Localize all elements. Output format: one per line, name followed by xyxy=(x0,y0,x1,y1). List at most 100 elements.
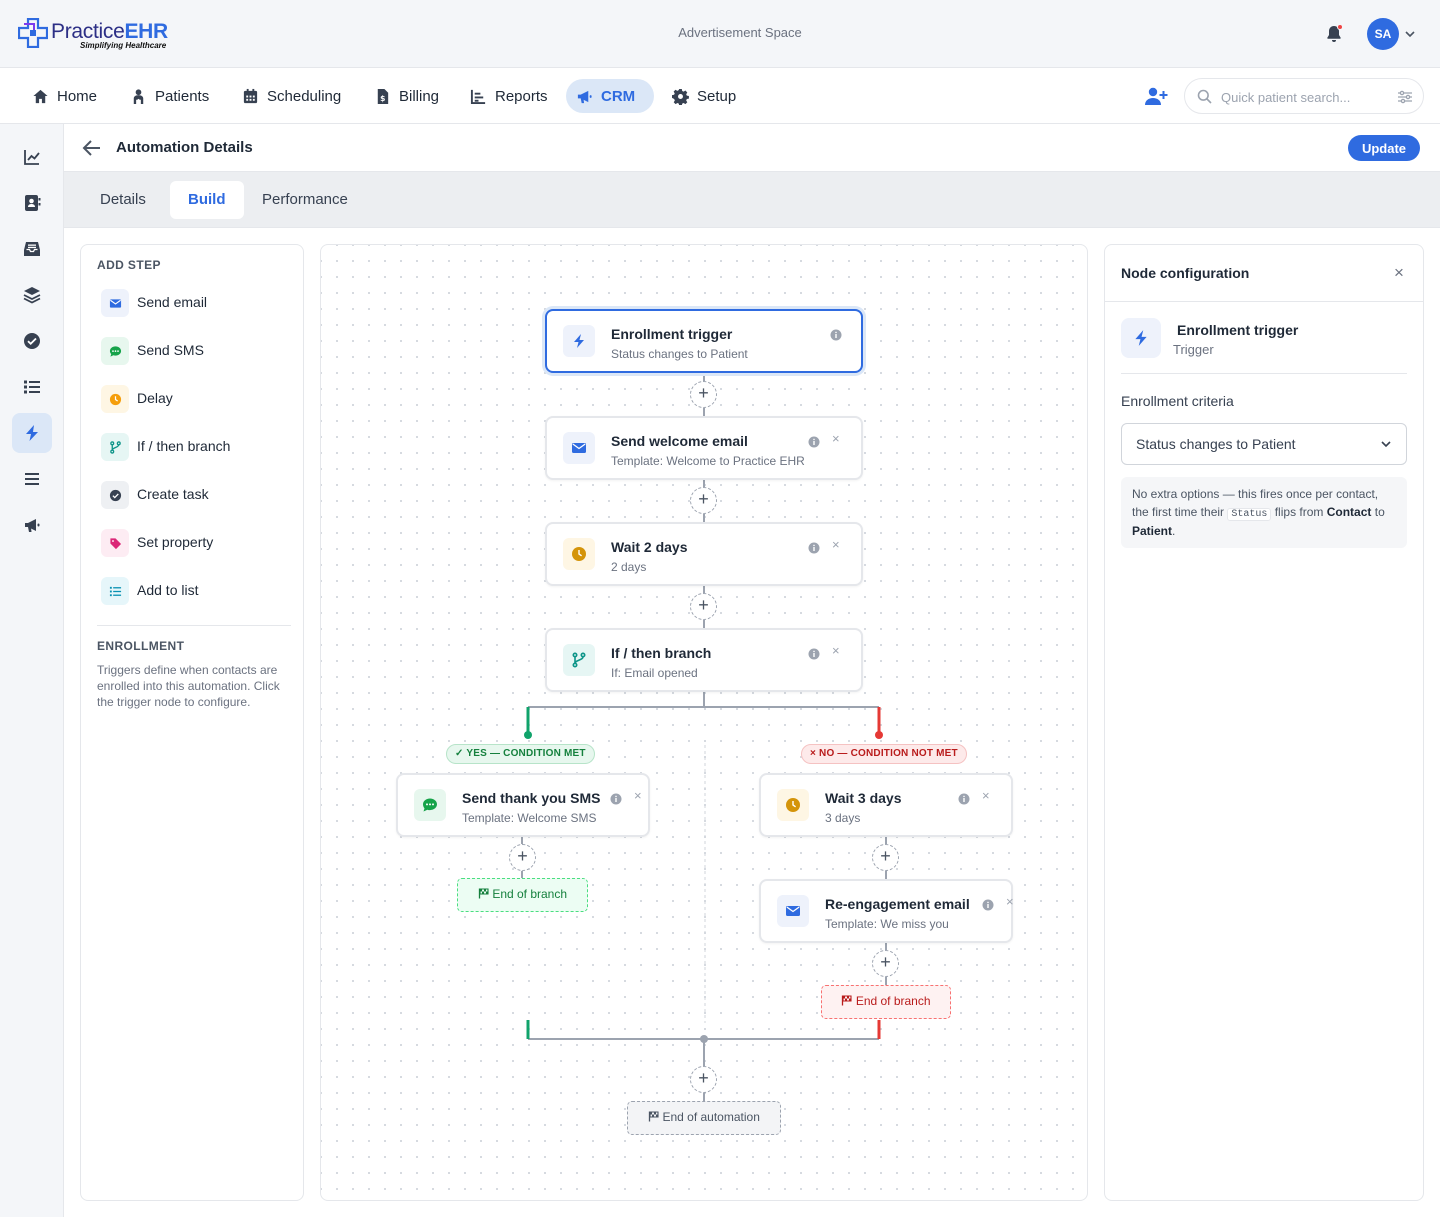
chevron-down-icon[interactable] xyxy=(1404,28,1416,40)
add-step-set-property[interactable]: Set property xyxy=(97,526,293,560)
check-circle-icon xyxy=(101,481,129,509)
add-step-plus-button[interactable]: + xyxy=(690,487,717,514)
end-of-automation-label: End of automation xyxy=(662,1110,760,1124)
delete-node-icon[interactable]: × xyxy=(1006,895,1016,908)
sidebar-item-contacts[interactable] xyxy=(12,183,52,223)
nav-item-patients[interactable]: Patients xyxy=(120,79,219,113)
close-icon[interactable]: × xyxy=(1394,264,1408,281)
add-step-plus-button[interactable]: + xyxy=(690,1066,717,1093)
flow-node-enrollment-trigger[interactable]: Enrollment trigger Status changes to Pat… xyxy=(545,309,863,373)
node-subtitle: 2 days xyxy=(611,560,647,574)
sidebar-item-menu[interactable] xyxy=(12,459,52,499)
criteria-note: No extra options — this fires once per c… xyxy=(1121,477,1407,548)
info-icon[interactable] xyxy=(808,436,820,448)
user-avatar[interactable]: SA xyxy=(1367,18,1399,50)
yes-branch-label: ✓ YES — CONDITION MET xyxy=(446,744,595,764)
end-of-branch-label: End of branch xyxy=(855,994,931,1008)
node-title: Wait 2 days xyxy=(611,539,688,555)
nav-item-reports[interactable]: Reports xyxy=(460,79,558,113)
enrollment-criteria-select[interactable]: Status changes to Patient xyxy=(1121,423,1407,465)
node-title: Re-engagement email xyxy=(825,896,970,912)
tab-performance[interactable]: Performance xyxy=(244,181,366,219)
node-title: Send thank you SMS xyxy=(462,790,601,806)
nav-label: Billing xyxy=(399,87,440,105)
nav-label: Scheduling xyxy=(267,87,342,105)
flow-node-send-thank-you-sms[interactable]: Send thank you SMS Template: Welcome SMS… xyxy=(396,773,650,837)
add-step-plus-button[interactable]: + xyxy=(509,844,536,871)
nav-item-scheduling[interactable]: Scheduling xyxy=(232,79,351,113)
divider xyxy=(97,625,291,626)
nav-item-home[interactable]: Home xyxy=(22,79,107,113)
delete-node-icon[interactable]: × xyxy=(832,432,842,445)
add-step-add-to-list[interactable]: Add to list xyxy=(97,574,293,608)
notification-bell-icon[interactable] xyxy=(1324,24,1344,44)
step-label: Delay xyxy=(137,390,173,406)
delete-node-icon[interactable]: × xyxy=(982,789,992,802)
enrollment-heading: ENROLLMENT xyxy=(97,639,185,653)
node-configuration-panel xyxy=(1104,244,1424,1201)
enrollment-criteria-label: Enrollment criteria xyxy=(1121,393,1234,409)
add-step-plus-button[interactable]: + xyxy=(690,381,717,408)
sidebar-item-automations[interactable] xyxy=(12,413,52,453)
add-step-plus-button[interactable]: + xyxy=(872,950,899,977)
node-subtitle: Template: Welcome to Practice EHR xyxy=(611,454,805,468)
step-label: Send email xyxy=(137,294,208,310)
sidebar-item-tasks[interactable] xyxy=(12,321,52,361)
info-icon[interactable] xyxy=(958,793,970,805)
delete-node-icon[interactable]: × xyxy=(634,789,644,802)
info-icon[interactable] xyxy=(808,648,820,660)
nav-item-crm[interactable]: CRM xyxy=(566,79,654,113)
node-title: If / then branch xyxy=(611,645,712,661)
update-button[interactable]: Update xyxy=(1348,135,1420,161)
add-step-branch[interactable]: If / then branch xyxy=(97,430,293,464)
delete-node-icon[interactable]: × xyxy=(832,538,842,551)
add-step-send-sms[interactable]: Send SMS xyxy=(97,334,293,368)
tab-details[interactable]: Details xyxy=(82,181,164,219)
sidebar-item-lists[interactable] xyxy=(12,367,52,407)
step-label: Set property xyxy=(137,534,214,550)
back-arrow-icon[interactable] xyxy=(82,139,102,157)
sidebar-item-layers[interactable] xyxy=(12,275,52,315)
sidebar-item-analytics[interactable] xyxy=(12,137,52,177)
nav-item-setup[interactable]: Setup xyxy=(662,79,746,113)
divider xyxy=(1105,301,1423,302)
flow-node-wait-2-days[interactable]: Wait 2 days 2 days × xyxy=(545,522,863,586)
add-step-delay[interactable]: Delay xyxy=(97,382,293,416)
megaphone-icon xyxy=(577,90,592,103)
nav-label: Patients xyxy=(155,87,210,105)
delete-node-icon[interactable]: × xyxy=(832,644,842,657)
end-of-branch-label: End of branch xyxy=(492,887,568,901)
info-icon[interactable] xyxy=(830,329,842,341)
svg-text:$: $ xyxy=(380,94,385,103)
nav-label: CRM xyxy=(601,87,636,105)
selected-node-type: Trigger xyxy=(1173,342,1214,357)
info-icon[interactable] xyxy=(808,542,820,554)
nav-item-billing[interactable]: $ Billing xyxy=(364,79,449,113)
end-of-automation: End of automation xyxy=(627,1101,781,1135)
list-icon xyxy=(101,577,129,605)
nav-label: Setup xyxy=(697,87,737,105)
search-input[interactable] xyxy=(1221,87,1391,107)
tab-build[interactable]: Build xyxy=(170,181,244,219)
info-icon[interactable] xyxy=(610,793,622,805)
flow-node-send-welcome-email[interactable]: Send welcome email Template: Welcome to … xyxy=(545,416,863,480)
quick-patient-search[interactable] xyxy=(1184,78,1424,114)
filter-sliders-icon[interactable] xyxy=(1397,89,1413,105)
check-circle-icon xyxy=(24,333,40,349)
add-step-send-email[interactable]: Send email xyxy=(97,286,293,320)
flow-node-wait-3-days[interactable]: Wait 3 days 3 days × xyxy=(759,773,1013,837)
megaphone-icon xyxy=(25,519,40,532)
sidebar-item-campaigns[interactable] xyxy=(12,505,52,545)
add-step-plus-button[interactable]: + xyxy=(690,593,717,620)
node-subtitle: If: Email opened xyxy=(611,666,698,680)
add-step-plus-button[interactable]: + xyxy=(872,844,899,871)
selected-node-title: Enrollment trigger xyxy=(1177,322,1299,338)
flow-node-re-engagement-email[interactable]: Re-engagement email Template: We miss yo… xyxy=(759,879,1016,943)
layers-icon xyxy=(23,287,41,304)
sidebar-item-inbox[interactable] xyxy=(12,229,52,269)
flow-node-if-then-branch[interactable]: If / then branch If: Email opened × xyxy=(545,628,863,692)
info-icon[interactable] xyxy=(982,899,994,911)
branch-icon xyxy=(101,433,129,461)
add-patient-icon[interactable] xyxy=(1144,86,1168,106)
add-step-create-task[interactable]: Create task xyxy=(97,478,293,512)
